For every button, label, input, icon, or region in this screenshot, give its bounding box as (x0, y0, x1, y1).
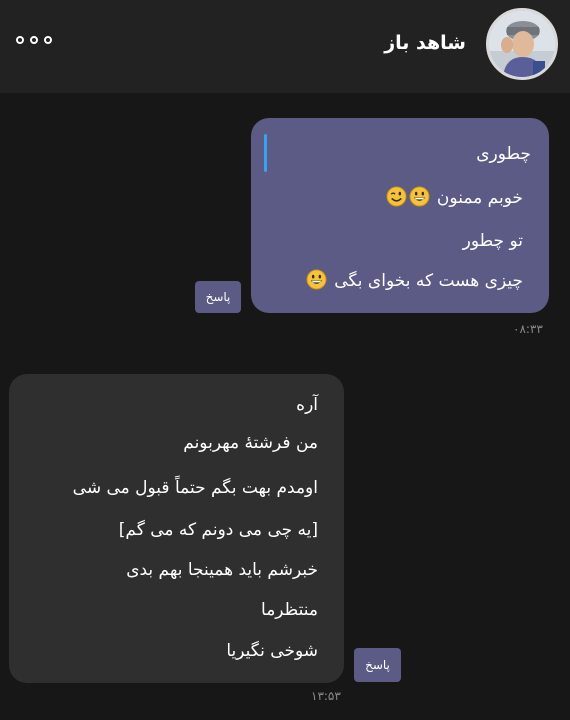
message-line: اومدم بهت بگم حتماً قبول می شی (72, 478, 318, 498)
message-line: شوخی نگیریا (226, 641, 318, 661)
message-line: [یه چی می دونم که می گم] (118, 520, 318, 540)
message-time: ۰۸:۳۳ (513, 322, 543, 336)
message-text: چیزی هست که بخوای بگی (334, 271, 523, 291)
message-line: چیزی هست که بخوای بگی (306, 269, 523, 293)
reply-button[interactable]: پاسخ (354, 648, 401, 682)
grinning-face-emoji-icon (306, 269, 327, 290)
contact-name[interactable]: شاهد باز (384, 31, 466, 55)
avatar[interactable] (486, 8, 558, 80)
message-line: من فرشتۀ مهربونم (183, 433, 318, 453)
message-line: خبرشم باید همینجا بهم بدی (126, 560, 318, 580)
message-line: خوبم ممنون (385, 186, 523, 210)
chat-header: شاهد باز (0, 0, 570, 93)
message-line: منتظرما (261, 600, 318, 620)
message-time: ۱۳:۵۳ (311, 689, 341, 703)
grinning-face-emoji-icon (408, 186, 430, 207)
message-line: آره (296, 395, 318, 415)
incoming-message-bubble[interactable]: آره من فرشتۀ مهربونم اومدم بهت بگم حتماً… (9, 374, 344, 683)
quoted-text: چطوری (476, 144, 531, 164)
quote-bar (264, 134, 267, 172)
message-text: خوبم ممنون (436, 188, 523, 208)
reply-button[interactable]: پاسخ (195, 281, 241, 313)
message-line: تو چطور (463, 229, 523, 253)
more-dots-icon[interactable] (16, 29, 52, 51)
message-text: تو چطور (462, 231, 523, 251)
quoted-message[interactable]: چطوری (259, 128, 549, 172)
winking-face-emoji-icon (385, 186, 407, 207)
outgoing-message-bubble[interactable]: چطوری خوبم ممنون تو چطور چیزی هست که بخو… (251, 118, 549, 313)
